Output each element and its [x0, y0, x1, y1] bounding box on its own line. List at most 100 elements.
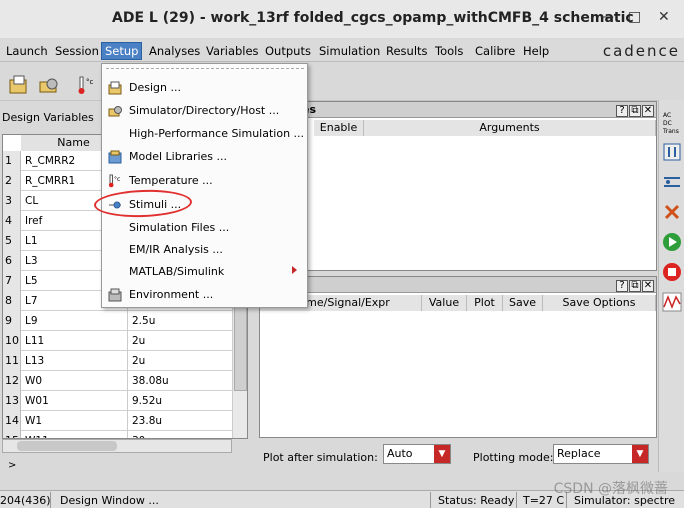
menu-help[interactable]: Help: [523, 44, 549, 58]
menu-item-model-libraries[interactable]: Model Libraries ...: [102, 145, 307, 167]
simulator-setup-icon[interactable]: [38, 74, 60, 96]
variable-value-cell[interactable]: 2u: [129, 331, 233, 351]
maximize-button[interactable]: □: [628, 9, 641, 25]
menu-item-temperature[interactable]: °c Temperature ...: [102, 169, 307, 191]
menu-item-label: MATLAB/Simulink: [129, 265, 225, 278]
window-title: ADE L (29) - work_13rf folded_cgcs_opamp…: [112, 10, 634, 26]
help-icon[interactable]: ?: [616, 280, 628, 292]
radio-ac[interactable]: AC: [663, 112, 671, 119]
menu-item-high-performance[interactable]: High-Performance Simulation ...: [102, 122, 307, 144]
environment-icon: [108, 288, 122, 302]
menu-item-label: High-Performance Simulation ...: [129, 127, 305, 140]
netlist-icon[interactable]: [662, 172, 682, 192]
menu-variables[interactable]: Variables: [206, 44, 259, 58]
delete-icon[interactable]: [662, 202, 682, 222]
library-icon: [108, 150, 122, 164]
table-row[interactable]: 11 L13 2u: [3, 351, 233, 371]
variable-name-cell[interactable]: L11: [22, 331, 128, 351]
table-row[interactable]: 14 W1 23.8u: [3, 411, 233, 431]
menu-tools[interactable]: Tools: [435, 44, 463, 58]
variable-name-cell[interactable]: W11: [22, 431, 128, 438]
stop-icon[interactable]: [662, 262, 682, 282]
setup-analyses-icon[interactable]: [662, 142, 682, 162]
variable-value-cell[interactable]: 23.8u: [129, 411, 233, 431]
menu-results[interactable]: Results: [386, 44, 428, 58]
tear-off-line[interactable]: [106, 68, 304, 69]
table-row[interactable]: 9 L9 2.5u: [3, 311, 233, 331]
variable-name-cell[interactable]: L9: [22, 311, 128, 331]
design-icon: [108, 81, 122, 95]
close-panel-icon[interactable]: ✕: [642, 105, 654, 117]
row-index: 2: [3, 171, 21, 191]
run-icon[interactable]: [662, 232, 682, 252]
menu-analyses[interactable]: Analyses: [149, 44, 200, 58]
row-index: 1: [3, 151, 21, 171]
menu-calibre[interactable]: Calibre: [475, 44, 515, 58]
table-row[interactable]: 15W1130u: [3, 431, 233, 438]
thermometer-icon[interactable]: °c: [76, 74, 98, 96]
variable-value-cell[interactable]: 2u: [129, 351, 233, 371]
variable-value-cell[interactable]: 38.08u: [129, 371, 233, 391]
close-button[interactable]: ✕: [658, 9, 670, 25]
menu-launch[interactable]: Launch: [6, 44, 48, 58]
expand-marker[interactable]: >: [8, 460, 16, 471]
radio-dc[interactable]: DC: [663, 120, 672, 127]
outputs-panel-title: s ?⧉✕: [260, 277, 656, 293]
plot-outputs-icon[interactable]: [662, 292, 682, 312]
plotting-mode-select[interactable]: Replace ▼: [553, 444, 649, 464]
menu-simulation[interactable]: Simulation: [319, 44, 380, 58]
table-row[interactable]: 12 W0 38.08u: [3, 371, 233, 391]
float-icon[interactable]: ⧉: [629, 280, 641, 292]
row-index: 4: [3, 211, 21, 231]
menu-item-environment[interactable]: Environment ...: [102, 283, 307, 305]
table-row[interactable]: 10 L11 2u: [3, 331, 233, 351]
variable-name-cell[interactable]: W01: [22, 391, 128, 411]
row-index: 12: [3, 371, 21, 391]
column-arguments: Arguments: [364, 120, 656, 136]
menu-item-label: EM/IR Analysis ...: [129, 243, 223, 256]
hscroll-thumb[interactable]: [17, 441, 117, 451]
submenu-arrow-icon: [292, 266, 297, 274]
variable-name-cell[interactable]: L13: [22, 351, 128, 371]
float-icon[interactable]: ⧉: [629, 105, 641, 117]
menu-setup[interactable]: Setup: [101, 42, 143, 60]
design-window-status: Design Window ...: [60, 494, 159, 507]
variable-value-cell[interactable]: 9.52u: [129, 391, 233, 411]
menu-item-em-ir[interactable]: EM/IR Analysis ...: [102, 238, 307, 260]
variable-name-cell[interactable]: W1: [22, 411, 128, 431]
analyses-panel: es ? ⧉ ✕ Enable Arguments: [259, 101, 657, 271]
help-icon[interactable]: ?: [616, 105, 628, 117]
menu-item-simulation-files[interactable]: Simulation Files ...: [102, 216, 307, 238]
open-design-icon[interactable]: [8, 74, 30, 96]
menu-outputs[interactable]: Outputs: [265, 44, 311, 58]
status-counter: 204(436): [0, 494, 51, 507]
menu-item-label: Simulator/Directory/Host ...: [129, 104, 280, 117]
row-index: 10: [3, 331, 21, 351]
title-bar: ADE L (29) - work_13rf folded_cgcs_opamp…: [0, 0, 684, 38]
plotting-mode-value: Replace: [557, 447, 601, 460]
menu-session[interactable]: Session: [55, 44, 99, 58]
menu-item-label: Design ...: [129, 81, 181, 94]
setup-dropdown-menu: Design ... Simulator/Directory/Host ... …: [101, 63, 308, 308]
watermark: CSDN @落枫微蔷: [553, 481, 668, 497]
menu-item-simulator[interactable]: Simulator/Directory/Host ...: [102, 99, 307, 121]
minimize-button[interactable]: —: [600, 9, 614, 25]
plot-after-label: Plot after simulation:: [263, 451, 378, 464]
row-index: 13: [3, 391, 21, 411]
menu-item-matlab[interactable]: MATLAB/Simulink: [102, 260, 307, 282]
close-panel-icon[interactable]: ✕: [642, 280, 654, 292]
variable-value-cell[interactable]: 30u: [129, 431, 233, 438]
menu-item-design[interactable]: Design ...: [102, 76, 307, 98]
variable-value-cell[interactable]: 2.5u: [129, 311, 233, 331]
chevron-down-icon[interactable]: ▼: [632, 445, 648, 463]
column-save: Save: [503, 295, 543, 311]
column-enable: Enable: [314, 120, 364, 136]
thermometer-icon: °c: [108, 174, 120, 188]
horizontal-scrollbar[interactable]: [2, 439, 232, 453]
plot-after-select[interactable]: Auto ▼: [383, 444, 451, 464]
plotting-mode-label: Plotting mode:: [473, 451, 554, 464]
radio-trans[interactable]: Trans: [663, 128, 679, 135]
table-row[interactable]: 13 W01 9.52u: [3, 391, 233, 411]
chevron-down-icon[interactable]: ▼: [434, 445, 450, 463]
variable-name-cell[interactable]: W0: [22, 371, 128, 391]
